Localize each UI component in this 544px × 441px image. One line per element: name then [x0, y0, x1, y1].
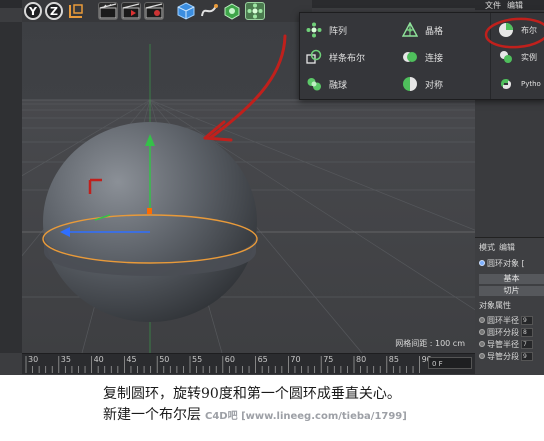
keyframe-dot[interactable]	[479, 353, 485, 359]
ruler-ticks	[25, 356, 421, 373]
menu-edit-attr[interactable]: 编辑	[499, 242, 515, 253]
ring-radius-field[interactable]: 圆环半径 9	[475, 314, 544, 326]
menu-item-label: 融球	[329, 80, 348, 91]
menu-item-connect[interactable]: 连接	[402, 46, 443, 68]
spline-pen-icon[interactable]	[199, 2, 219, 20]
menu-item-label: 布尔	[521, 25, 537, 35]
watermark-text: C4D吧 [www.lineeg.com/tieba/1799]	[205, 411, 407, 422]
attributes-panel: 模式 编辑 圆环对象 [ 基本 切片 对象属性 圆环半径 9 圆环分段 8 导管…	[475, 237, 544, 375]
tab-slice[interactable]: 切片	[479, 286, 544, 296]
menu-item-spline-boolean[interactable]: 样条布尔	[306, 46, 365, 68]
menu-item-array[interactable]: 阵列	[306, 19, 347, 41]
pipe-radius-label: 导管半径	[487, 339, 519, 349]
menu-item-label: 样条布尔	[329, 53, 366, 64]
ruler-tick-label: 50	[159, 355, 170, 364]
pipe-segments-label: 导管分段	[487, 351, 519, 361]
ring-radius-label: 圆环半径	[487, 315, 519, 325]
caption-line-2: 新建一个布尔层	[103, 407, 201, 423]
caption-text: 复制圆环，旋转90度和第一个圆环成垂直关心。 新建一个布尔层 C4D吧 [www.…	[103, 384, 544, 427]
ruler-tick-label: 65	[257, 355, 268, 364]
cinema4d-window: Y Z 网格间距: 100 cm 30 35 40 45 50 55 60 6…	[0, 0, 544, 375]
caption-line-1: 复制圆环，旋转90度和第一个圆环成垂直关心。	[103, 386, 401, 402]
menu-item-label: 实例	[521, 52, 537, 62]
menu-item-label: 阵列	[329, 26, 348, 37]
ruler-tick-label: 80	[356, 355, 367, 364]
y-axis-lock-button[interactable]: Y	[24, 2, 42, 20]
menu-mode[interactable]: 模式	[479, 242, 495, 253]
ring-segments-label: 圆环分段	[487, 327, 519, 337]
attributes-menu: 模式 编辑	[475, 241, 544, 253]
popup-divider	[490, 13, 491, 99]
ring-segments-input[interactable]: 8	[521, 327, 533, 337]
pipe-radius-field[interactable]: 导管半径 7	[475, 338, 544, 350]
render-view-icon[interactable]	[98, 2, 118, 20]
spline-boolean-icon	[306, 49, 322, 65]
python-icon	[498, 76, 514, 92]
current-frame-field[interactable]: 0 F	[428, 357, 472, 369]
render-to-picture-viewer-icon[interactable]	[121, 2, 141, 20]
keyframe-dot[interactable]	[479, 329, 485, 335]
render-settings-icon[interactable]	[144, 2, 164, 20]
timeline-ruler[interactable]: 30 35 40 45 50 55 60 65 70 75 80 85 90 0 F	[22, 353, 475, 374]
menu-item-instance[interactable]: 实例	[498, 46, 537, 68]
array-generator-icon[interactable]	[245, 2, 265, 20]
torus-icon	[479, 260, 485, 266]
caption-line-2-wrapper: 新建一个布尔层 C4D吧 [www.lineeg.com/tieba/1799]	[103, 405, 544, 427]
coordinate-system-icon[interactable]	[66, 2, 86, 20]
metaball-icon	[306, 76, 322, 92]
object-type-label: 圆环对象 [	[487, 258, 525, 268]
ruler-tick-label: 30	[28, 355, 39, 364]
ruler-tick-label: 40	[93, 355, 104, 364]
ruler-tick-label: 85	[388, 355, 399, 364]
ruler-tick-label: 35	[60, 355, 71, 364]
menu-item-metaball[interactable]: 融球	[306, 73, 347, 95]
array-icon	[306, 22, 322, 38]
ring-segments-field[interactable]: 圆环分段 8	[475, 326, 544, 338]
tab-basic[interactable]: 基本	[479, 274, 544, 284]
section-title: 对象属性	[479, 301, 511, 310]
menu-item-boole[interactable]: 布尔	[498, 19, 537, 41]
ruler-tick-label: 60	[224, 355, 235, 364]
pipe-segments-field[interactable]: 导管分段 9	[475, 350, 544, 362]
object-type-row: 圆环对象 [	[475, 257, 544, 269]
keyframe-dot[interactable]	[479, 317, 485, 323]
main-toolbar: Y Z	[22, 0, 312, 22]
ruler-tick-label: 45	[126, 355, 137, 364]
symmetry-icon	[402, 76, 418, 92]
menu-item-label: 连接	[425, 53, 444, 64]
menu-file[interactable]: 文件	[485, 0, 501, 11]
menu-item-label: 对称	[425, 80, 444, 91]
ruler-tick-label: 75	[323, 355, 334, 364]
object-manager-menu: 文件 编辑	[475, 0, 544, 10]
generator-popup-menu: 阵列 样条布尔 融球 晶格 连接 对称 布尔 实例 Pytho	[299, 12, 544, 100]
connect-icon	[402, 49, 418, 65]
menu-item-symmetry[interactable]: 对称	[402, 73, 443, 95]
ring-radius-input[interactable]: 9	[521, 315, 533, 325]
boole-icon	[498, 22, 514, 38]
left-tool-strip	[0, 22, 23, 353]
menu-item-python-generator[interactable]: Pytho	[498, 73, 541, 95]
keyframe-dot[interactable]	[479, 341, 485, 347]
gizmo-center[interactable]	[147, 208, 152, 214]
pipe-segments-input[interactable]: 9	[521, 351, 533, 361]
menu-item-label: 晶格	[425, 26, 444, 37]
menu-item-label: Pytho	[521, 80, 541, 88]
ruler-tick-label: 55	[192, 355, 203, 364]
instance-icon	[498, 49, 514, 65]
menu-edit[interactable]: 编辑	[507, 0, 523, 11]
z-axis-lock-button[interactable]: Z	[45, 2, 63, 20]
ruler-tick-label: 70	[290, 355, 301, 364]
grid-spacing-label: 网格间距 : 100 cm	[395, 339, 465, 348]
pipe-radius-input[interactable]: 7	[521, 339, 533, 349]
subdivision-surface-icon[interactable]	[222, 2, 242, 20]
lattice-icon	[402, 22, 418, 38]
cube-primitive-icon[interactable]	[176, 2, 196, 20]
menu-item-lattice[interactable]: 晶格	[402, 19, 443, 41]
